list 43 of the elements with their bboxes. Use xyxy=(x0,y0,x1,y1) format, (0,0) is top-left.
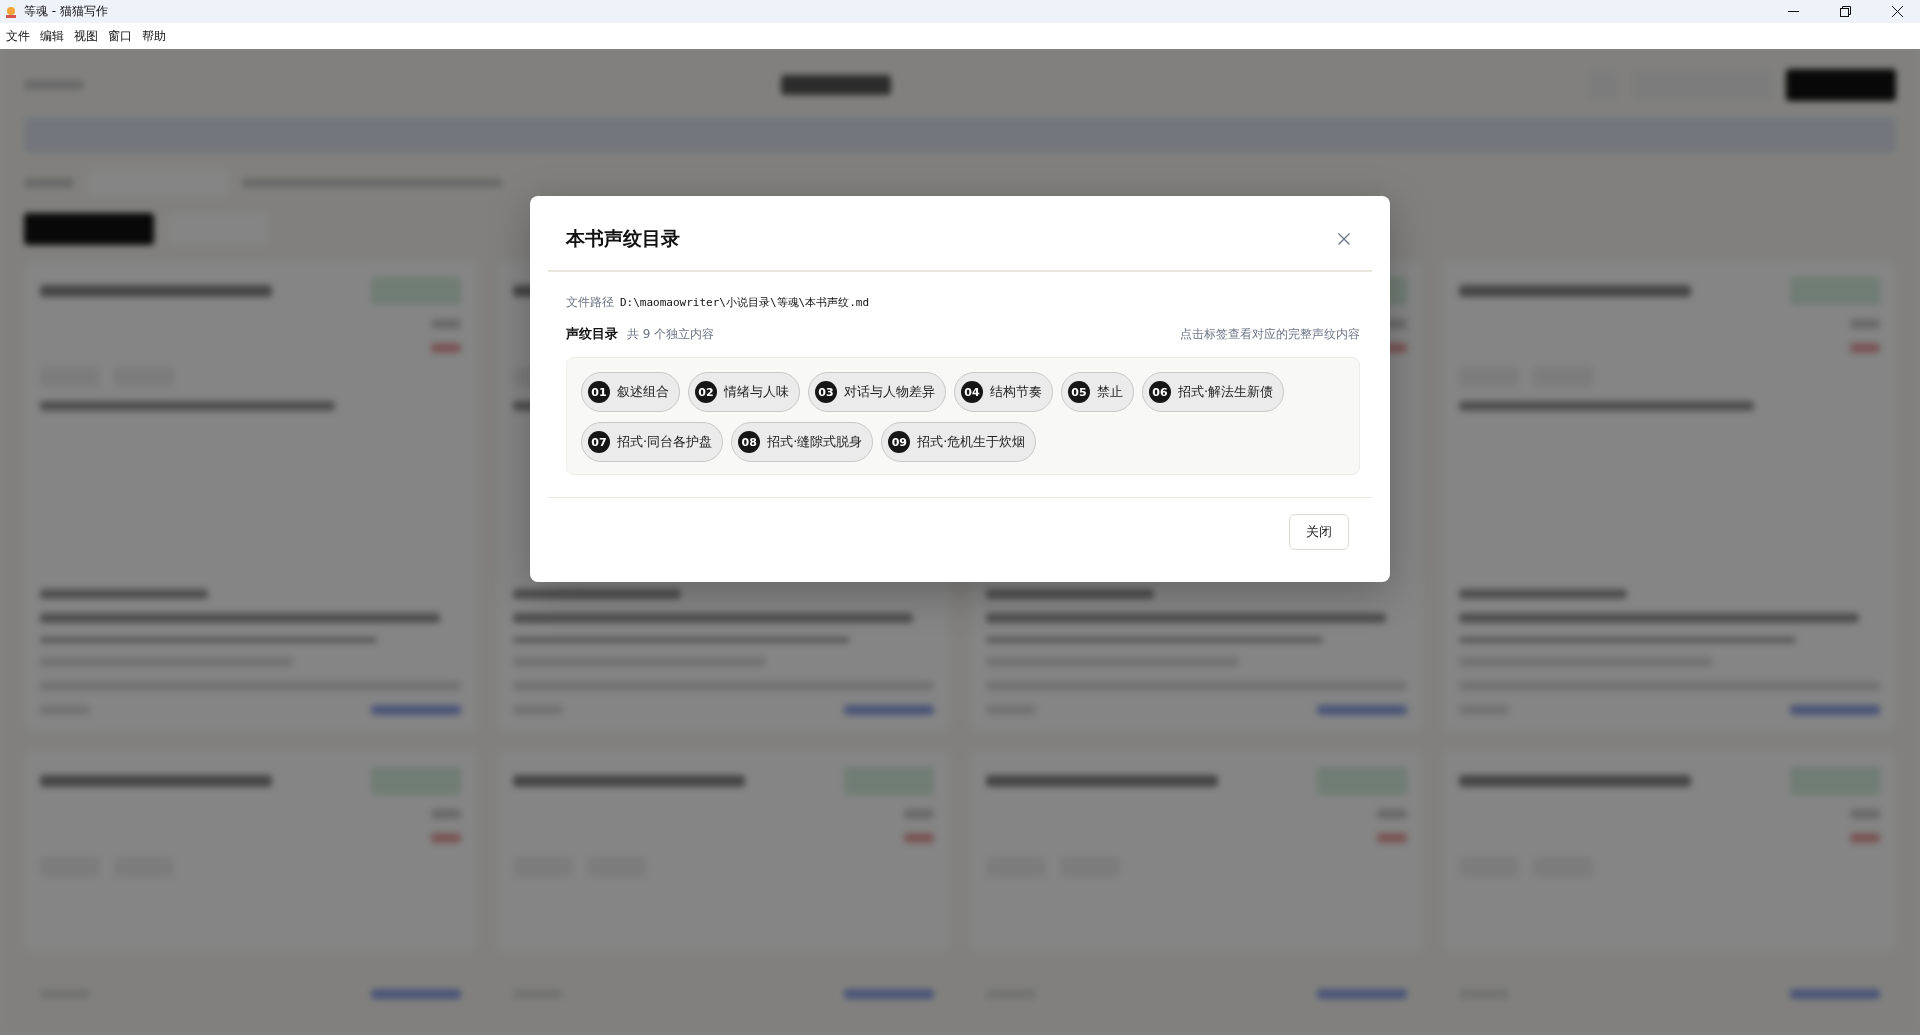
restore-icon xyxy=(1839,6,1851,17)
number-badge: 04 xyxy=(961,381,983,403)
tag-label: 招式·解法生新债 xyxy=(1178,383,1274,401)
voiceprint-tag[interactable]: 07 招式·同台各护盘 xyxy=(581,422,724,462)
tag-label: 结构节奏 xyxy=(990,383,1042,401)
tag-label: 叙述组合 xyxy=(617,383,669,401)
voiceprint-tag[interactable]: 04 结构节奏 xyxy=(954,372,1053,412)
voiceprint-tag[interactable]: 03 对话与人物差异 xyxy=(808,372,946,412)
dialog-title: 本书声纹目录 xyxy=(566,226,680,251)
menu-item[interactable]: 编辑 xyxy=(36,25,68,47)
voiceprint-tag[interactable]: 09 招式·危机生于炊烟 xyxy=(881,422,1037,462)
voiceprint-tag[interactable]: 05 禁止 xyxy=(1061,372,1134,412)
voiceprint-tag[interactable]: 08 招式·缝隙式脱身 xyxy=(731,422,874,462)
voiceprint-tag[interactable]: 01 叙述组合 xyxy=(581,372,680,412)
tag-label: 招式·同台各护盘 xyxy=(617,433,713,451)
menu-item[interactable]: 文件 xyxy=(2,25,34,47)
number-badge: 08 xyxy=(738,431,761,453)
voiceprint-tag[interactable]: 06 招式·解法生新债 xyxy=(1142,372,1285,412)
app-icon xyxy=(4,4,18,19)
number-badge: 09 xyxy=(888,431,911,453)
number-badge: 07 xyxy=(588,431,610,453)
voiceprint-tag[interactable]: 02 情绪与人味 xyxy=(688,372,800,412)
number-badge: 02 xyxy=(695,381,717,403)
tag-label: 招式·危机生于炊烟 xyxy=(917,433,1026,451)
tag-label: 禁止 xyxy=(1097,383,1123,401)
path-label: 文件路径 xyxy=(566,294,614,311)
number-badge: 03 xyxy=(815,381,837,403)
number-badge: 05 xyxy=(1068,381,1090,403)
close-button[interactable]: 关闭 xyxy=(1289,514,1349,550)
number-badge: 06 xyxy=(1149,381,1171,403)
menu-item[interactable]: 帮助 xyxy=(138,25,170,47)
tag-label: 情绪与人味 xyxy=(724,383,789,401)
number-badge: 01 xyxy=(588,381,610,403)
menu-item[interactable]: 视图 xyxy=(70,25,102,47)
tag-label: 招式·缝隙式脱身 xyxy=(767,433,863,451)
close-icon xyxy=(1891,6,1903,17)
menu-item[interactable]: 窗口 xyxy=(104,25,136,47)
hint-text: 点击标签查看对应的完整声纹内容 xyxy=(1180,326,1360,343)
window-title: 等魂 - 猫猫写作 xyxy=(24,3,109,20)
content-count: 共 9 个独立内容 xyxy=(627,326,715,343)
file-path: D:\maomaowriter\小说目录\等魂\本书声纹.md xyxy=(620,295,870,310)
section-title: 声纹目录 xyxy=(566,325,618,343)
tag-label: 对话与人物差异 xyxy=(844,383,935,401)
